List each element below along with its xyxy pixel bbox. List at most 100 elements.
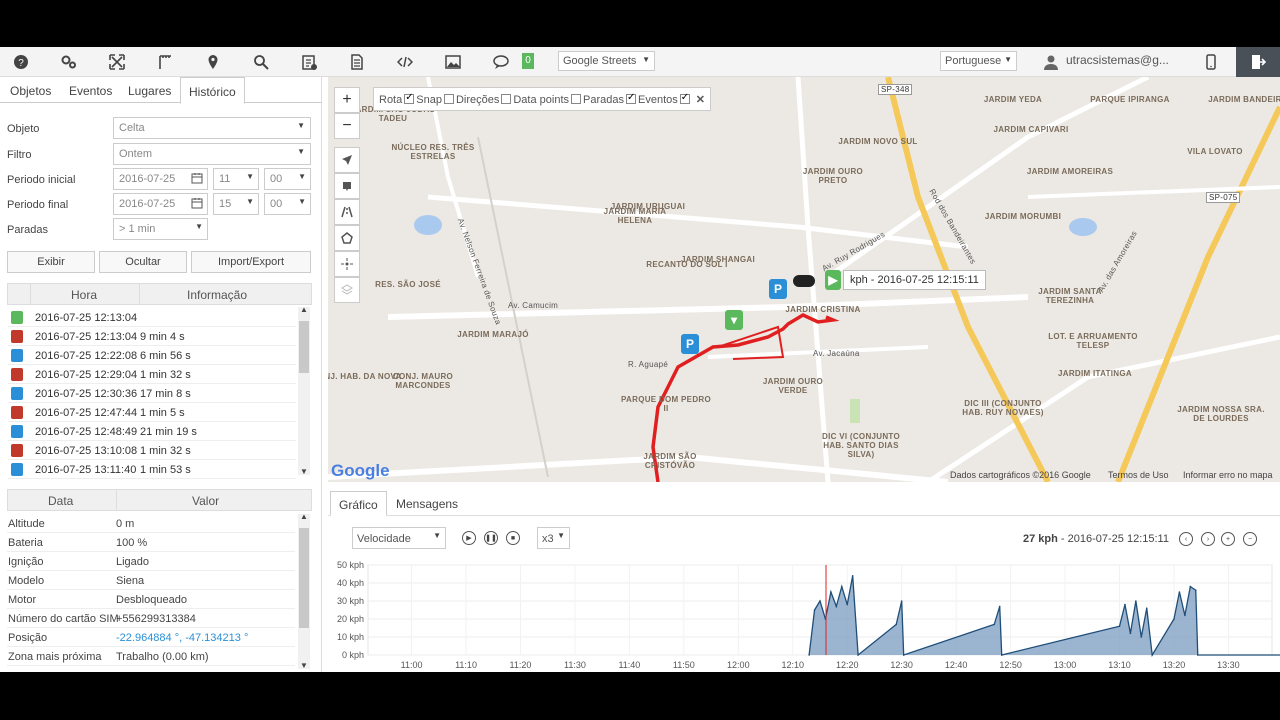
data-point xyxy=(1196,654,1199,656)
report-error-link[interactable]: Informar erro no mapa xyxy=(1183,470,1273,480)
layer-checkbox[interactable] xyxy=(571,94,582,105)
filtro-select[interactable]: Ontem ▼ xyxy=(113,143,311,165)
car-icon[interactable] xyxy=(793,275,815,287)
layer-toggle-5[interactable]: Eventos xyxy=(638,92,692,106)
data-scrollbar[interactable]: ▲ ▼ xyxy=(298,512,310,670)
history-row[interactable]: 2016-07-25 12:47:44 1 min 5 s xyxy=(8,403,296,422)
map-area-label: JARDIM NOVO SUL xyxy=(838,137,918,146)
history-row[interactable]: 2016-07-25 12:22:08 6 min 56 s xyxy=(8,346,296,365)
mobile-icon[interactable] xyxy=(1200,51,1222,73)
zoom-out-button[interactable]: − xyxy=(334,113,360,139)
x-tick-label: 12:40 xyxy=(945,660,968,669)
map-view[interactable]: JARDIM YEDA PARQUE IPIRANGA JARDIM CAPIVAR… xyxy=(328,77,1280,482)
periodo-inicial-hour[interactable]: 11 ▼ xyxy=(213,168,259,190)
y-tick-label: 10 kph xyxy=(337,632,364,642)
speed-select[interactable]: x3 xyxy=(537,527,570,549)
x-tick-label: 13:10 xyxy=(1108,660,1131,669)
tab-objetos[interactable]: Objetos xyxy=(2,77,59,103)
history-row[interactable]: 2016-07-25 12:13:04 9 min 4 s xyxy=(8,327,296,346)
terms-link[interactable]: Termos de Uso xyxy=(1108,470,1169,480)
calendar-icon[interactable] xyxy=(191,197,203,212)
document-icon[interactable] xyxy=(346,51,368,73)
map-marker-icon[interactable] xyxy=(202,51,224,73)
objeto-select[interactable]: Celta ▼ xyxy=(113,117,311,139)
tab-grafico[interactable]: Gráfico xyxy=(330,491,387,516)
history-row[interactable]: 2016-07-25 12:29:04 1 min 32 s xyxy=(8,365,296,384)
marker-tool-icon[interactable] xyxy=(334,173,360,199)
layer-checkbox[interactable] xyxy=(501,94,512,105)
user-account[interactable]: utracsistemas@g... xyxy=(1066,53,1169,67)
cluster-tool-icon[interactable] xyxy=(334,251,360,277)
history-row[interactable]: 2016-07-25 12:30:36 17 min 8 s xyxy=(8,384,296,403)
layer-checkbox[interactable] xyxy=(626,92,636,105)
history-row[interactable]: 2016-07-25 13:10:08 1 min 32 s xyxy=(8,441,296,460)
layer-checkbox[interactable] xyxy=(679,92,690,105)
layer-toggle-3[interactable]: Data points xyxy=(513,94,583,106)
zoom-in-icon[interactable]: + xyxy=(1221,532,1235,546)
tab-mensagens[interactable]: Mensagens xyxy=(388,491,466,515)
pause-icon[interactable]: ❚❚ xyxy=(484,531,498,545)
data-value[interactable]: -22.964884 °, -47.134213 ° xyxy=(116,632,248,644)
code-icon[interactable] xyxy=(394,51,416,73)
map-type-select[interactable]: Google Streets xyxy=(558,51,655,71)
sensor-select[interactable]: Velocidade xyxy=(352,527,446,549)
data-point xyxy=(840,585,843,588)
layers-tool-icon[interactable] xyxy=(334,277,360,303)
ocultar-button[interactable]: Ocultar xyxy=(99,251,187,273)
layer-toggle-0[interactable]: Rota xyxy=(379,92,416,106)
periodo-final-min[interactable]: 00 ▼ xyxy=(264,193,311,215)
history-row[interactable]: 2016-07-25 13:11:40 1 min 53 s xyxy=(8,460,296,479)
layer-checkbox[interactable] xyxy=(404,92,415,105)
layer-toggle-4[interactable]: Paradas xyxy=(583,92,638,106)
locate-icon[interactable] xyxy=(334,147,360,173)
periodo-inicial-min[interactable]: 00 ▼ xyxy=(264,168,311,190)
parking-marker[interactable]: P xyxy=(681,334,699,354)
start-marker[interactable]: ▶ xyxy=(825,270,841,290)
history-row[interactable]: 2016-07-25 12:13:04 xyxy=(8,308,296,327)
history-duration: 6 min 56 s xyxy=(140,350,191,362)
history-row[interactable]: 2016-07-25 12:48:49 21 min 19 s xyxy=(8,422,296,441)
help-icon[interactable]: ? xyxy=(10,51,32,73)
tab-historico[interactable]: Histórico xyxy=(180,77,245,104)
periodo-inicial-date[interactable]: 2016-07-25 xyxy=(113,168,208,190)
settings-icon[interactable] xyxy=(58,51,80,73)
ruler-icon[interactable] xyxy=(154,51,176,73)
periodo-final-date[interactable]: 2016-07-25 xyxy=(113,193,208,215)
data-point xyxy=(835,605,838,608)
paradas-select[interactable]: > 1 min ▼ xyxy=(113,218,208,240)
clipboard-icon[interactable] xyxy=(298,51,320,73)
next-icon[interactable]: › xyxy=(1201,532,1215,546)
close-layer-bar-icon[interactable]: ✕ xyxy=(696,94,705,106)
periodo-final-hour[interactable]: 15 ▼ xyxy=(213,193,259,215)
route-tool-icon[interactable] xyxy=(334,199,360,225)
tab-lugares[interactable]: Lugares xyxy=(120,77,179,103)
logout-button[interactable] xyxy=(1236,47,1280,77)
data-value: 100 % xyxy=(116,537,148,549)
history-time: 2016-07-25 13:11:40 xyxy=(35,464,137,476)
image-icon[interactable] xyxy=(442,51,464,73)
map-area-label: NÚCLEO RES. TRÊS ESTRELAS xyxy=(391,143,475,161)
event-marker[interactable]: ▾ xyxy=(725,310,743,330)
layer-toggle-2[interactable]: Direções xyxy=(456,94,513,106)
tab-eventos[interactable]: Eventos xyxy=(61,77,120,103)
prev-icon[interactable]: ‹ xyxy=(1179,532,1193,546)
speed-chart[interactable]: 0 kph 10 kph 20 kph 30 kph 40 kph 50 kph 11:00… xyxy=(328,559,1280,669)
exibir-button[interactable]: Exibir xyxy=(7,251,95,273)
data-value: Siena xyxy=(116,575,145,587)
import-export-button[interactable]: Import/Export xyxy=(191,251,311,273)
layer-checkbox[interactable] xyxy=(443,94,454,105)
calendar-icon[interactable] xyxy=(191,172,203,187)
history-scrollbar[interactable]: ▲ ▼ xyxy=(298,305,310,476)
search-icon[interactable] xyxy=(250,51,272,73)
layer-toggle-1[interactable]: Snap xyxy=(416,94,456,106)
chat-icon[interactable] xyxy=(490,51,512,73)
language-select[interactable]: Portuguese xyxy=(940,51,1017,71)
fullscreen-icon[interactable] xyxy=(106,51,128,73)
map-area-label: JARDIM OURO PRETO xyxy=(802,167,864,185)
stop-icon[interactable]: ■ xyxy=(506,531,520,545)
play-icon[interactable]: ▶ xyxy=(462,531,476,545)
polygon-tool-icon[interactable] xyxy=(334,225,360,251)
zoom-out-icon[interactable]: − xyxy=(1243,532,1257,546)
zoom-in-button[interactable]: + xyxy=(334,87,360,113)
parking-marker[interactable]: P xyxy=(769,279,787,299)
